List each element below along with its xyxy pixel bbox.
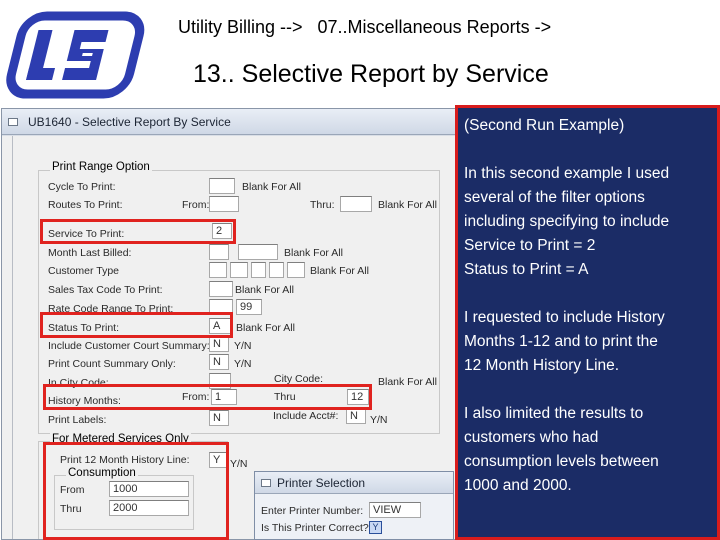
company-logo [6, 11, 145, 99]
routes-from-input[interactable] [209, 196, 239, 212]
cycle-label: Cycle To Print: [48, 181, 116, 193]
printer-dialog-titlebar[interactable]: Printer Selection [255, 472, 453, 494]
explanation-panel: (Second Run Example) In this second exam… [455, 105, 720, 540]
rate-code-thru-input[interactable]: 99 [236, 299, 262, 315]
print-labels-input[interactable]: N [209, 410, 229, 426]
city-code-blank-hint: Blank For All [378, 376, 437, 388]
print-range-legend: Print Range Option [50, 161, 152, 173]
breadcrumb: Utility Billing --> 07..Miscellaneous Re… [178, 17, 552, 37]
highlight-history [43, 384, 372, 410]
routes-blank-hint: Blank For All [378, 199, 437, 211]
customer-type-input-1[interactable] [209, 262, 227, 278]
include-acct-input[interactable]: N [346, 408, 366, 424]
explanation-line: I also limited the results to [464, 405, 644, 422]
month-billed-input-1[interactable] [209, 244, 229, 260]
court-summary-yn: Y/N [234, 340, 252, 352]
explanation-line: 12 Month History Line. [464, 357, 620, 374]
routes-thru-input[interactable] [340, 196, 372, 212]
routes-from-label: From: [182, 199, 210, 211]
explanation-line: Months 1-12 and to print the [464, 333, 658, 350]
month-billed-input-2[interactable] [238, 244, 278, 260]
court-summary-input[interactable]: N [209, 336, 229, 352]
month-billed-blank-hint: Blank For All [284, 247, 343, 259]
window-frame-line [12, 136, 13, 539]
highlight-status [40, 312, 233, 338]
status-blank-hint: Blank For All [236, 322, 295, 334]
routes-label: Routes To Print: [48, 199, 123, 211]
printer-number-label: Enter Printer Number: [261, 505, 364, 517]
printer-correct-label: Is This Printer Correct? [261, 522, 369, 534]
explanation-line: several of the filter options [464, 189, 645, 206]
window-title: UB1640 - Selective Report By Service [28, 115, 231, 129]
window-titlebar[interactable]: UB1640 - Selective Report By Service [2, 109, 456, 135]
customer-type-input-4[interactable] [269, 262, 284, 278]
explanation-line: 1000 and 2000. [464, 477, 572, 494]
include-acct-yn: Y/N [370, 414, 388, 426]
printer-dialog: Printer Selection Enter Printer Number: … [254, 471, 454, 540]
include-acct-label: Include Acct#: [273, 410, 339, 422]
customer-type-input-3[interactable] [251, 262, 266, 278]
explanation-line: consumption levels between [464, 453, 659, 470]
customer-type-label: Customer Type [48, 265, 120, 277]
cycle-input[interactable] [209, 178, 235, 194]
highlight-service [40, 219, 236, 244]
explanation-line: In this second example I used [464, 165, 670, 182]
history-line-yn: Y/N [230, 458, 248, 470]
sales-tax-blank-hint: Blank For All [235, 284, 294, 296]
printer-number-input[interactable]: VIEW [369, 502, 421, 518]
customer-type-input-5[interactable] [287, 262, 305, 278]
explanation-line: including specifying to include [464, 213, 670, 230]
window-icon [8, 118, 18, 126]
printer-dialog-icon [261, 479, 271, 487]
explanation-line: Service to Print = 2 [464, 237, 596, 254]
print-labels-label: Print Labels: [48, 414, 107, 426]
customer-type-blank-hint: Blank For All [310, 265, 369, 277]
explanation-line: Status to Print = A [464, 261, 589, 278]
printer-dialog-title: Printer Selection [277, 476, 366, 490]
page-title: 13.. Selective Report by Service [193, 60, 549, 88]
explanation-line: I requested to include History [464, 309, 665, 326]
cycle-blank-hint: Blank For All [242, 181, 301, 193]
month-billed-label: Month Last Billed: [48, 247, 132, 259]
print-count-input[interactable]: N [209, 354, 229, 370]
court-summary-label: Include Customer Court Summary: [48, 340, 210, 352]
print-count-yn: Y/N [234, 358, 252, 370]
printer-correct-input[interactable]: Y [369, 521, 382, 534]
print-count-label: Print Count Summary Only: [48, 358, 176, 370]
explanation-line: customers who had [464, 429, 599, 446]
highlight-metered [43, 442, 229, 540]
sales-tax-label: Sales Tax Code To Print: [48, 284, 163, 296]
explanation-heading: (Second Run Example) [464, 117, 625, 134]
sales-tax-input[interactable] [209, 281, 233, 297]
customer-type-input-2[interactable] [230, 262, 248, 278]
routes-thru-label: Thru: [310, 199, 335, 211]
